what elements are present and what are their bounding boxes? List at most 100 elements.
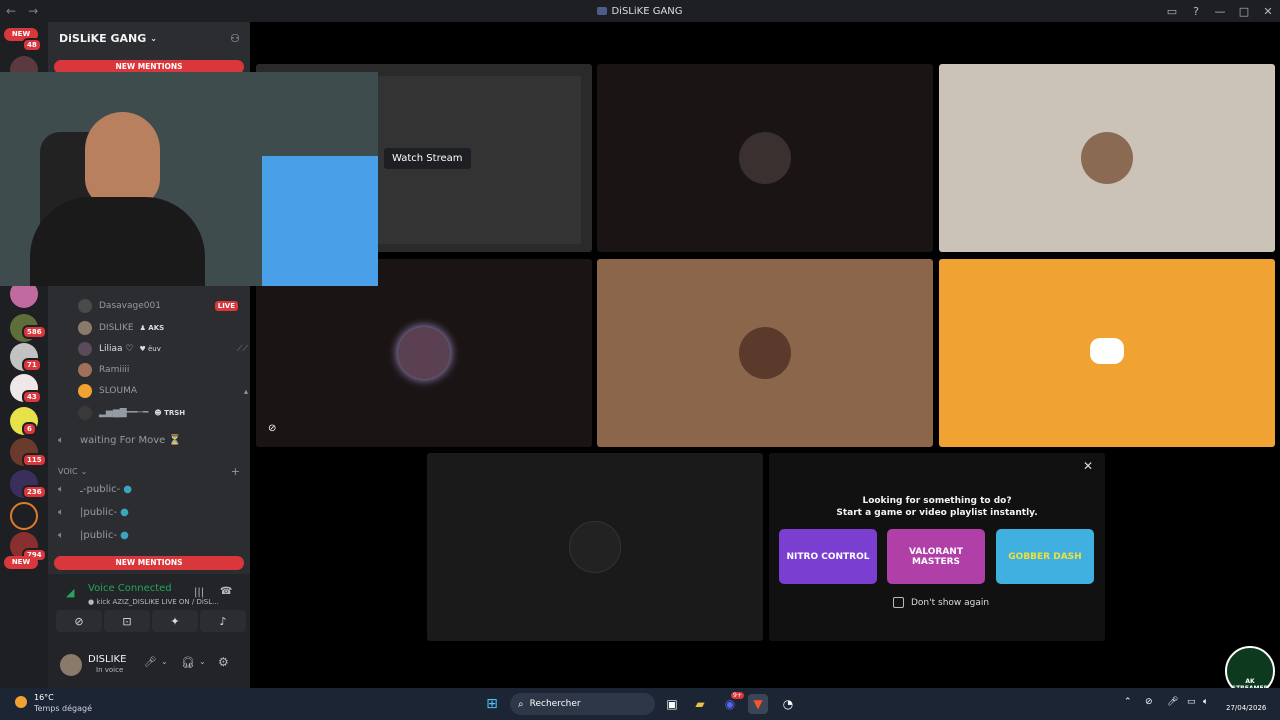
forward-button[interactable]: → [22, 4, 44, 18]
taskbar-search[interactable]: ⌕ Rechercher [510, 693, 655, 715]
camera-off-button[interactable]: ⊘ [56, 610, 102, 632]
dont-show-again[interactable]: Don't show again [893, 597, 989, 608]
chevron-down-icon[interactable]: ⌄ [161, 657, 168, 666]
game-card[interactable]: GOBBER DASH [996, 529, 1094, 584]
voice-user[interactable]: SLOUMA ▴ [78, 381, 248, 401]
voice-channel[interactable]: 🔈︎ |public- ● [58, 503, 129, 521]
volume-icon[interactable]: 🔈︎ [1203, 697, 1208, 707]
game-card[interactable]: NITRO CONTROL [779, 529, 877, 584]
chevron-down-icon: ⌄ [150, 33, 157, 43]
new-mentions-bottom[interactable]: NEW MENTIONS [54, 556, 244, 570]
globe-icon: ● [120, 506, 129, 518]
channel-name: ـ-public- [80, 483, 121, 495]
voice-channel[interactable]: 🔈︎ ـ-public- ● [58, 480, 132, 498]
network-icon[interactable]: ⊘ [1145, 697, 1153, 707]
chevron-down-icon: ⌄ [80, 466, 88, 476]
voice-user[interactable]: ▂▅▆▇━━─━ ☻ TRSH [78, 403, 185, 423]
voice-user[interactable]: DISLIKE ♟ AKS [78, 318, 164, 338]
soundboard-button[interactable]: ♪ [200, 610, 246, 632]
headphones-icon[interactable]: 🎧︎ [181, 656, 195, 669]
clock-date[interactable]: 27/04/2026 [1226, 704, 1266, 712]
voice-user[interactable]: Dasavage001 LIVE [78, 296, 248, 316]
checkbox[interactable] [893, 597, 904, 608]
activities-button[interactable]: ✦ [152, 610, 198, 632]
participant-tile[interactable]: ⊘ [256, 259, 592, 447]
channel-name: |public- [80, 529, 118, 541]
user-name: DISLIKE [88, 654, 127, 665]
tray-chevron-icon[interactable]: ⌃ [1124, 697, 1132, 707]
guild-badge: 236 [22, 485, 47, 499]
signal-icon: ◢ [66, 586, 75, 599]
participant-tile[interactable] [427, 453, 763, 641]
notification-badge: 9+ [731, 692, 744, 699]
close-icon[interactable]: ✕ [1083, 459, 1093, 473]
game-card[interactable]: VALORANT MASTERS [887, 529, 985, 584]
server-header[interactable]: DiSLiKE GANG ⌄ ⚇ [48, 22, 250, 54]
channel-name: |public- [80, 506, 118, 518]
close-button[interactable]: ✕ [1256, 5, 1280, 18]
brave-browser-icon[interactable]: ▼ [748, 694, 768, 714]
voice-user-name: Dasavage001 [99, 301, 161, 311]
display-icon[interactable]: ▭ [1187, 697, 1196, 707]
chevron-down-icon[interactable]: ⌄ [199, 657, 206, 666]
participant-tile[interactable] [939, 259, 1275, 447]
channel-name: waiting For Move ⏳ [80, 434, 181, 446]
webcam-shirt [30, 197, 205, 286]
avatar [78, 321, 92, 335]
voice-user[interactable]: Liliaa ♡ ♥ ёuv ⟋⟋ [78, 339, 248, 359]
guild-badge: 6 [22, 422, 37, 436]
avatar [398, 327, 450, 379]
live-badge: LIVE [214, 301, 238, 311]
activity-title: Looking for something to do? [862, 496, 1012, 506]
discord-logo-icon [1090, 338, 1124, 364]
task-view-icon[interactable]: ▣ [662, 694, 682, 714]
screen-share-button[interactable]: ⊡ [104, 610, 150, 632]
activity-subtitle: Start a game or video playlist instantly… [836, 508, 1038, 518]
add-member-icon[interactable]: ⚇ [230, 32, 240, 45]
participant-tile[interactable] [597, 259, 933, 447]
speaker-icon: 🔈︎ [58, 506, 64, 518]
webcam-overlay [0, 72, 378, 286]
disconnect-icon[interactable]: ☎ [220, 586, 232, 597]
watch-stream-button[interactable]: Watch Stream [384, 148, 471, 169]
user-panel: DISLIKE In voice 🎤︎ ⌄ 🎧︎ ⌄ ⚙ [48, 646, 250, 688]
guild-badge: 115 [22, 453, 47, 467]
windows-taskbar: 16°C Temps dégagé ⊞ ⌕ Rechercher ▣ ▰ ◉ 9… [0, 688, 1280, 720]
new-pill-bottom[interactable]: NEW [4, 556, 38, 569]
video-grid: Watch Stream ⊘ ✕ Looking for something t… [250, 22, 1280, 688]
noise-icon[interactable]: ||| [194, 587, 204, 598]
speaker-icon: 🔈︎ [58, 483, 64, 495]
file-explorer-icon[interactable]: ▰ [690, 694, 710, 714]
window-title: DiSLiKE GANG [0, 6, 1280, 17]
guild-icon[interactable] [10, 502, 38, 530]
participant-tile[interactable] [939, 64, 1275, 252]
voice-user[interactable]: Ramiiii [78, 360, 129, 380]
category-voice[interactable]: VOIC ⌄ + [58, 462, 240, 480]
weather-text: Temps dégagé [34, 704, 93, 713]
voice-channel-link[interactable]: ● kick AZIZ_DISLIKE LIVE ON / DiSL... [88, 598, 219, 606]
avatar [78, 342, 92, 356]
participant-tile[interactable] [597, 64, 933, 252]
voice-channel[interactable]: 🔈︎ |public- ● [58, 526, 129, 544]
avatar [78, 299, 92, 313]
voice-channel[interactable]: 🔈︎ waiting For Move ⏳ [58, 431, 181, 449]
app-icon[interactable]: ◔ [778, 694, 798, 714]
mic-tray-icon[interactable]: 🎤︎ [1167, 697, 1178, 707]
inbox-icon[interactable]: ▭ [1160, 5, 1184, 18]
speaker-icon: 🔈︎ [58, 529, 64, 541]
voice-user-name: Liliaa ♡ [99, 344, 134, 354]
windows-start-icon[interactable]: ⊞ [482, 694, 502, 714]
maximize-button[interactable]: □ [1232, 5, 1256, 18]
back-button[interactable]: ← [0, 4, 22, 18]
settings-icon[interactable]: ⚙ [218, 655, 229, 669]
globe-icon: ● [123, 483, 132, 495]
avatar[interactable] [60, 654, 82, 676]
voice-user-name: DISLIKE [99, 323, 134, 333]
add-channel-icon[interactable]: + [231, 465, 240, 478]
guild-badge: 43 [22, 390, 42, 404]
help-icon[interactable]: ? [1184, 5, 1208, 18]
minimize-button[interactable]: — [1208, 5, 1232, 18]
microphone-icon[interactable]: 🎤︎ [144, 657, 157, 668]
voice-connected-label[interactable]: Voice Connected [88, 583, 172, 594]
user-status: In voice [96, 666, 124, 674]
